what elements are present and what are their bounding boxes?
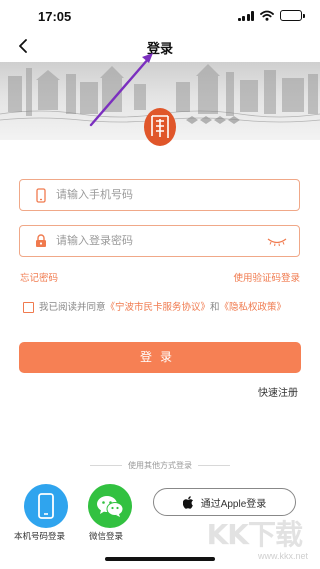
apple-login-button[interactable]: 通过Apple登录: [153, 488, 296, 516]
other-login-divider: 使用其他方式登录: [90, 459, 230, 471]
divider-line-left: [90, 464, 122, 466]
quick-register-link[interactable]: 快速注册: [258, 384, 298, 399]
app-logo-seal: [144, 108, 176, 146]
page-title: 登录: [146, 41, 173, 56]
divider-line-right: [198, 464, 230, 466]
status-time: 17:05: [38, 9, 72, 24]
wechat-icon: [97, 496, 124, 517]
phone-input[interactable]: [56, 180, 266, 210]
home-indicator[interactable]: [105, 557, 215, 561]
apple-login-label: 通过Apple登录: [200, 498, 267, 510]
other-login-title: 使用其他方式登录: [128, 460, 192, 470]
sms-login-link[interactable]: 使用验证码登录: [233, 270, 300, 284]
watermark-brand: KK下载: [206, 518, 303, 551]
phone-field: [19, 179, 300, 211]
agreement-checkbox[interactable]: [23, 302, 34, 313]
status-bar: 17:05: [0, 0, 320, 30]
agreement-text: 我已阅读并同意《宁波市民卡服务协议》和《隐私权政策》: [39, 300, 301, 316]
nav-bar: 登录: [0, 30, 320, 62]
watermark: KK下载 www.kkx.net: [196, 513, 314, 563]
lock-icon: [33, 233, 49, 249]
phone-icon: [33, 187, 49, 203]
apple-icon: [182, 495, 193, 509]
agreement-prefix: 我已阅读并同意: [39, 302, 106, 313]
status-icons: [237, 10, 305, 21]
forgot-password-link[interactable]: 忘记密码: [20, 270, 58, 284]
service-agreement-link[interactable]: 《宁波市民卡服务协议》: [106, 302, 211, 313]
mobile-phone-icon: [38, 493, 54, 519]
wifi-icon: [260, 10, 274, 21]
phone-login-label: 本机号码登录: [14, 531, 66, 541]
password-field: [19, 225, 300, 257]
watermark-url: www.kkx.net: [257, 551, 308, 561]
battery-icon: [280, 10, 305, 21]
eye-closed-icon[interactable]: [265, 234, 289, 248]
login-button[interactable]: 登录: [19, 342, 301, 373]
agreement-conjunction: 和: [210, 302, 220, 313]
privacy-policy-link[interactable]: 《隐私权政策》: [220, 302, 287, 313]
password-input[interactable]: [56, 226, 266, 256]
wechat-login-label: 微信登录: [89, 531, 124, 541]
phone-login-button[interactable]: [24, 484, 68, 528]
wechat-login-button[interactable]: [88, 484, 132, 528]
cellular-signal-icon: [237, 10, 254, 21]
